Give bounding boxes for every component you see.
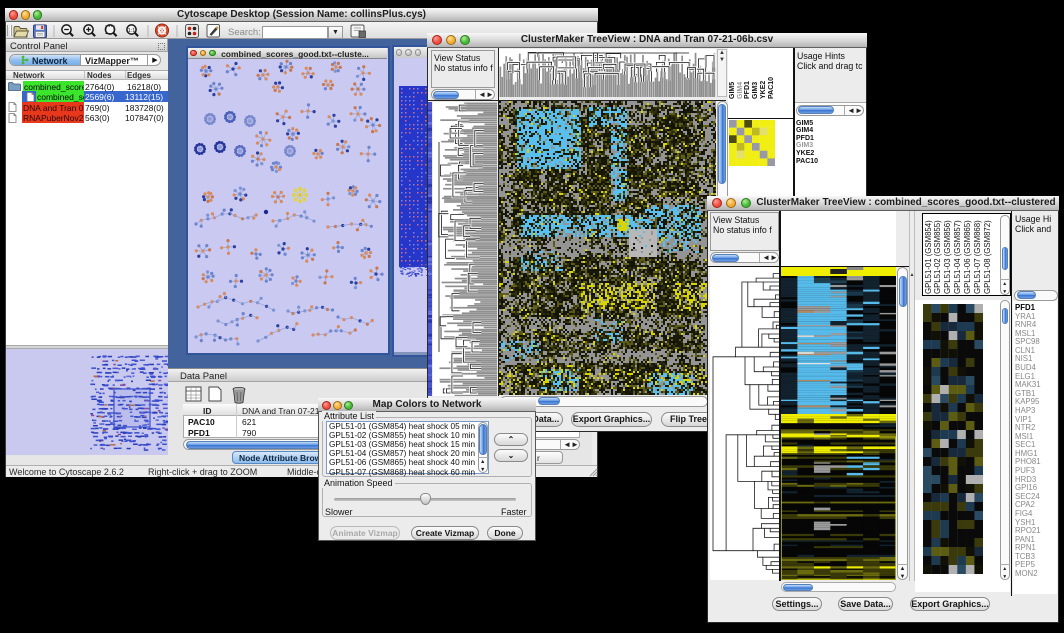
svg-text:1:1: 1:1	[128, 28, 136, 34]
